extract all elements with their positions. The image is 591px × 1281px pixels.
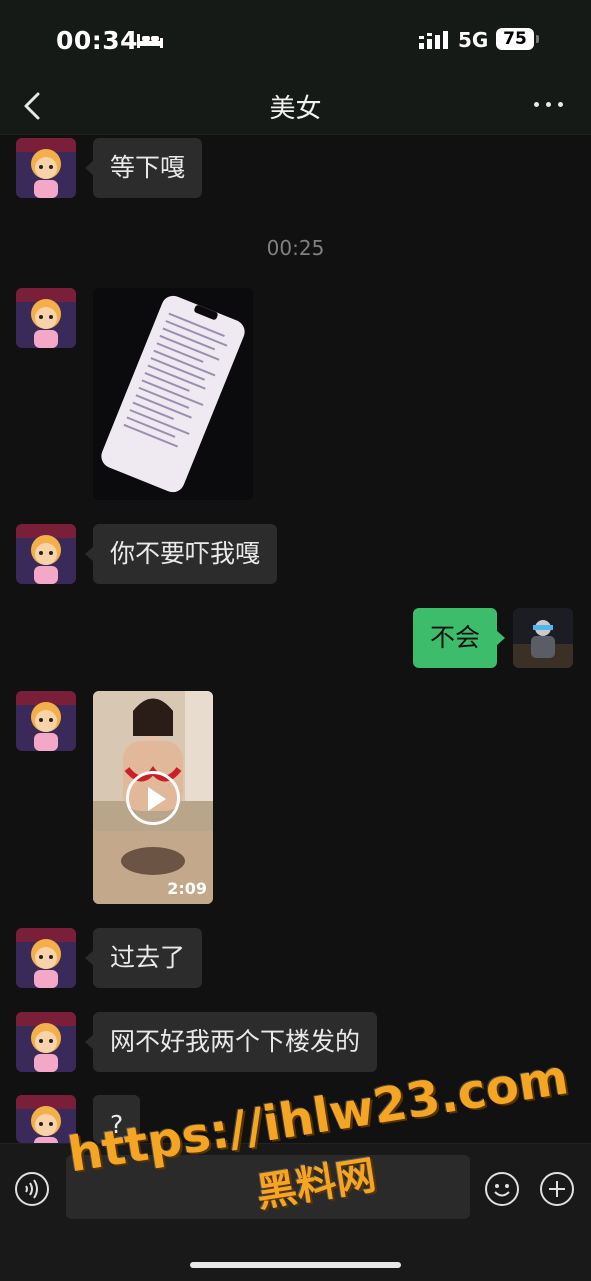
message-bubble[interactable]: 过去了 <box>84 928 203 988</box>
avatar-cartoon-icon <box>16 928 76 988</box>
timestamp: 00:25 <box>266 236 325 260</box>
avatar-cartoon-icon <box>16 1012 76 1072</box>
video-duration: 2:09 <box>167 879 207 898</box>
battery-icon: 75 <box>496 28 534 50</box>
more-button[interactable] <box>530 94 566 114</box>
message-bubble[interactable]: 你不要吓我嘎 <box>84 524 278 584</box>
more-icon-dot <box>558 102 563 107</box>
status-time: 00:34 <box>56 26 139 55</box>
chat-title: 美女 <box>269 94 322 124</box>
home-indicator <box>190 1262 401 1268</box>
signal-icon <box>419 31 448 49</box>
avatar-cartoon-icon <box>16 524 76 584</box>
avatar-cartoon-icon <box>16 288 76 348</box>
avatar[interactable] <box>16 138 76 198</box>
more-icon <box>534 102 539 107</box>
avatar[interactable] <box>16 1012 76 1072</box>
image-message[interactable] <box>93 288 253 500</box>
message-bubble-outgoing[interactable]: 不会 <box>412 608 506 668</box>
message-bubble[interactable]: 等下嘎 <box>84 138 203 198</box>
play-icon[interactable] <box>126 771 180 825</box>
message-bubble[interactable]: 网不好我两个下楼发的 <box>84 1012 378 1072</box>
status-bar: 00:34 5G 75 <box>0 0 591 80</box>
avatar[interactable] <box>16 288 76 348</box>
avatar-cartoon-icon <box>16 691 76 751</box>
avatar[interactable] <box>16 691 76 751</box>
avatar-self-icon <box>513 608 573 668</box>
voice-icon[interactable] <box>14 1171 50 1207</box>
avatar[interactable] <box>16 524 76 584</box>
phone-photo <box>93 288 253 500</box>
video-message[interactable]: 2:09 <box>93 691 213 904</box>
nav-bar: 美女 <box>0 80 591 135</box>
avatar-cartoon-icon <box>16 138 76 198</box>
battery-tip <box>536 35 539 43</box>
avatar-self[interactable] <box>513 608 573 668</box>
more-icon-dot <box>546 102 551 107</box>
network-label: 5G <box>458 28 489 52</box>
avatar[interactable] <box>16 928 76 988</box>
bed-icon <box>137 34 163 48</box>
